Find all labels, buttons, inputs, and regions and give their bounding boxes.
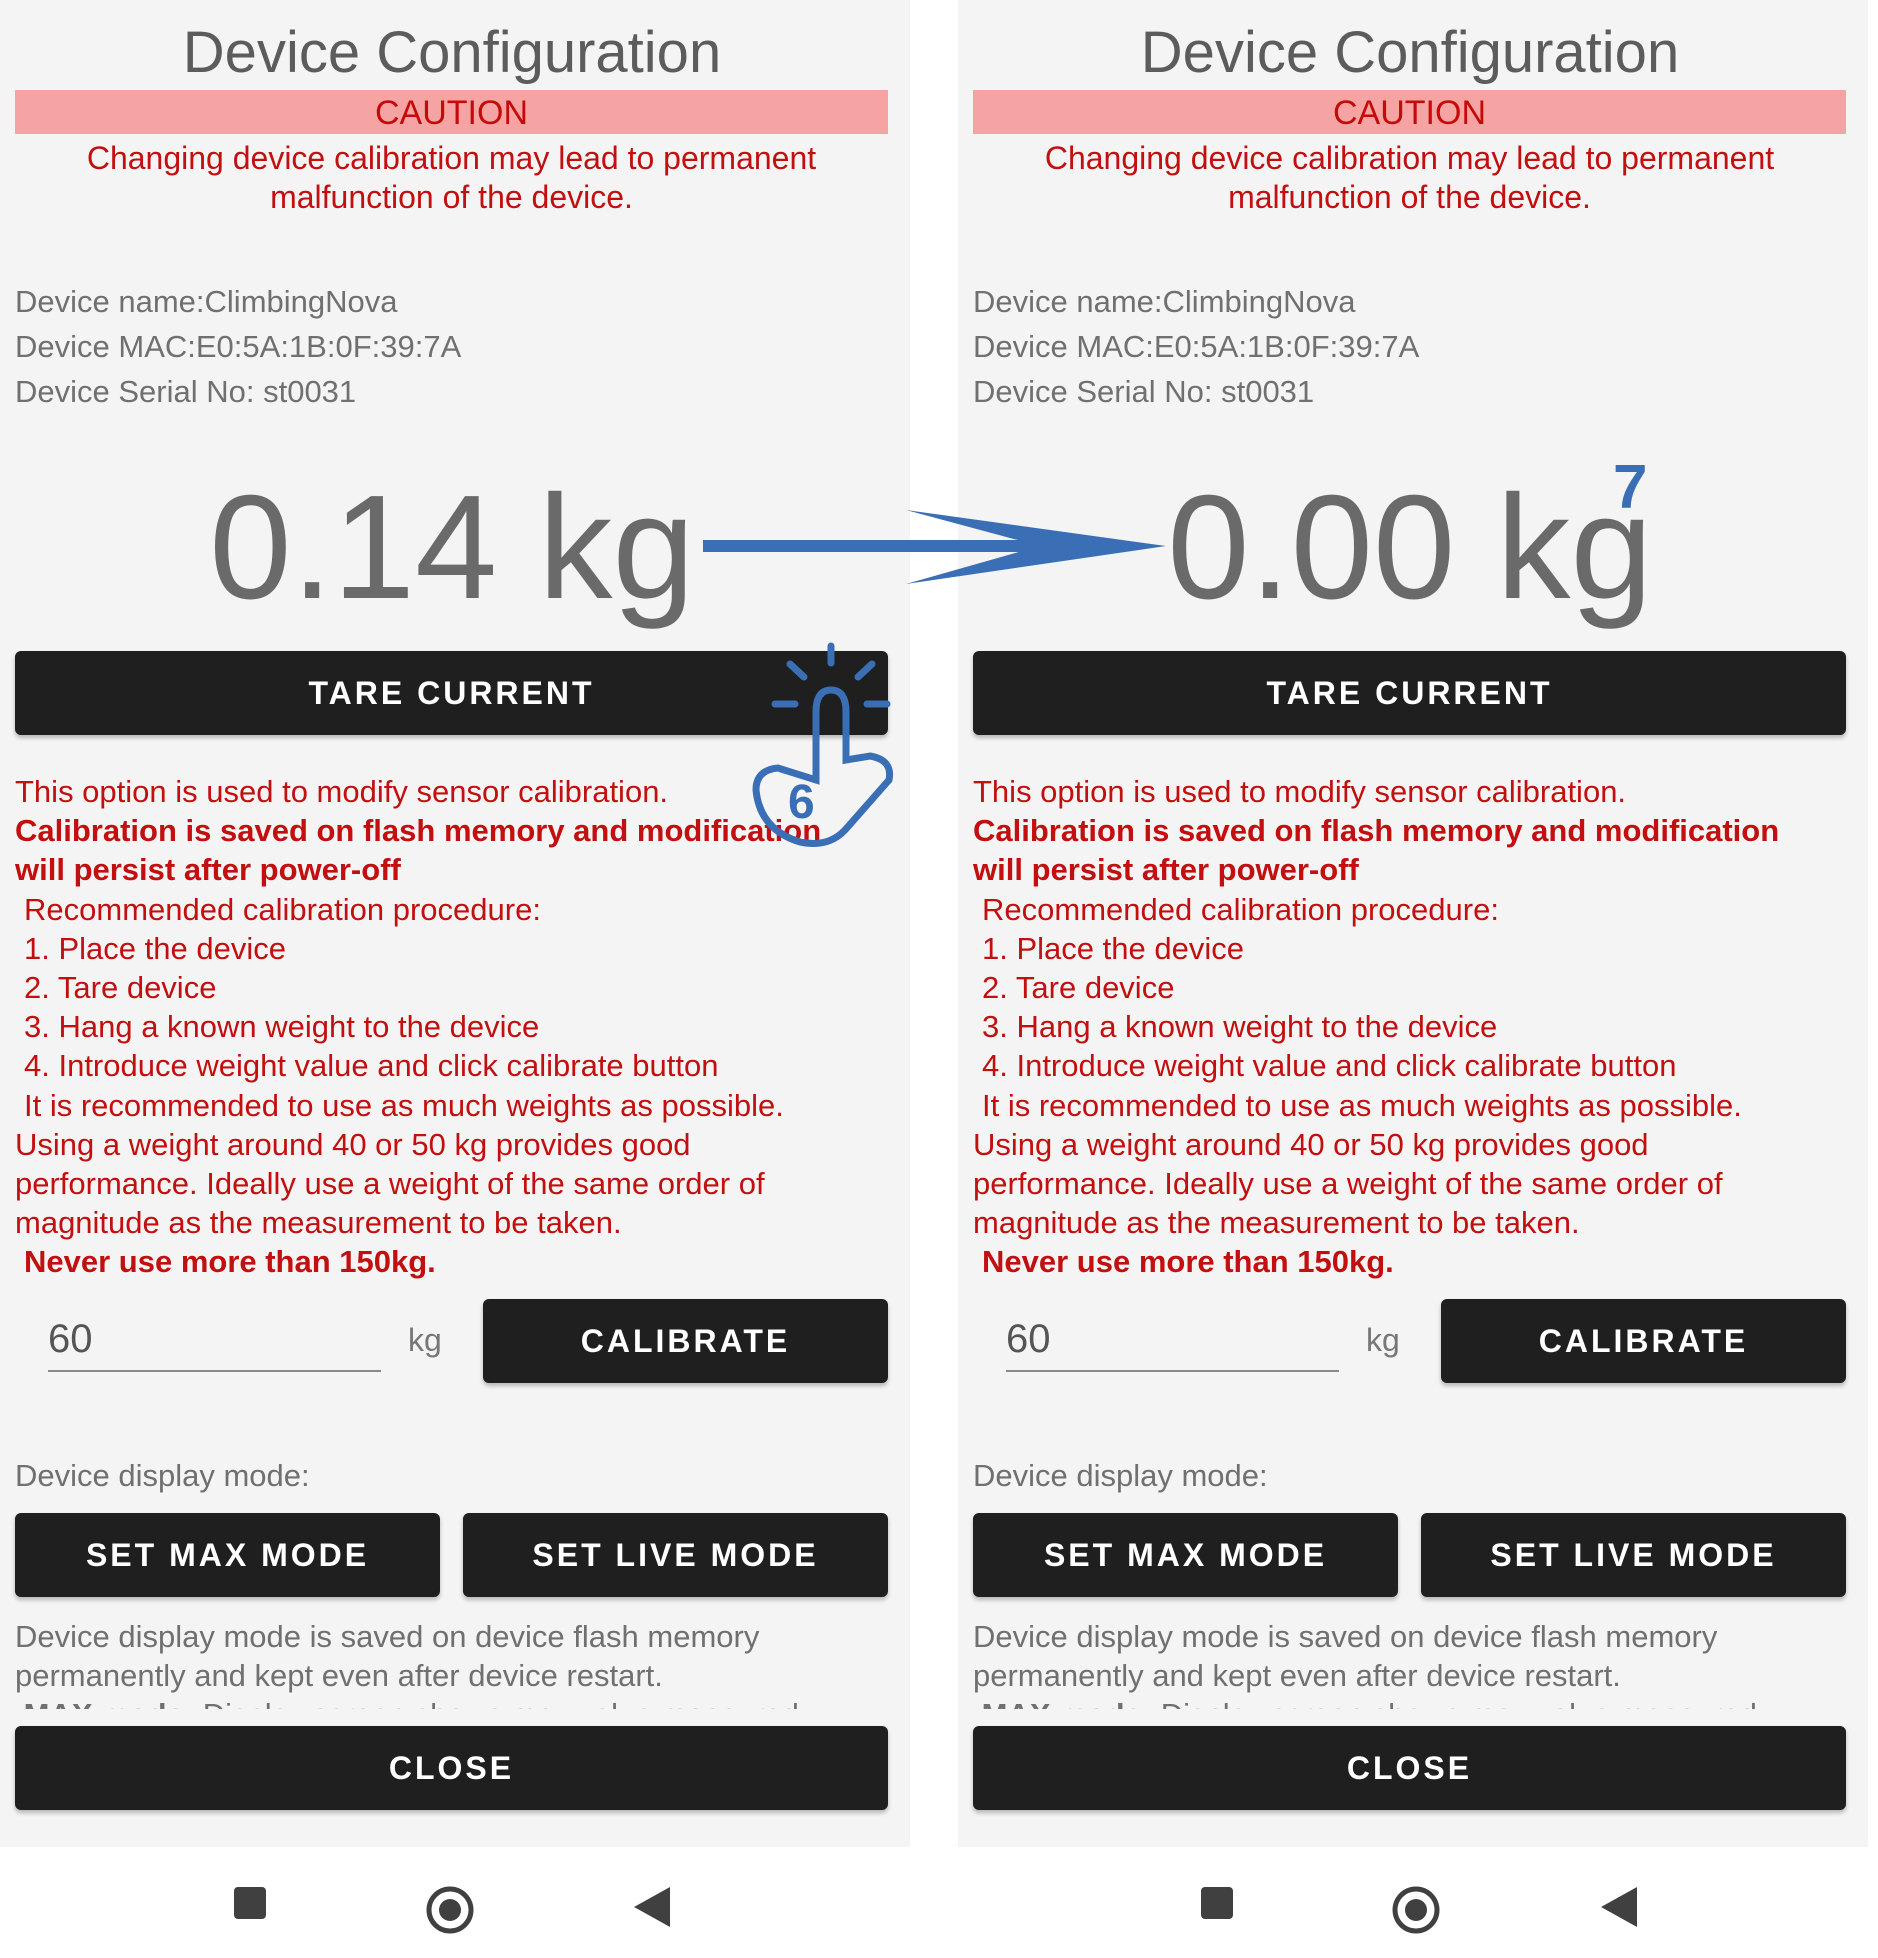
caution-message: Changing device calibration may lead to … [86, 140, 817, 215]
calibration-weight-input[interactable]: 60 [1006, 1310, 1339, 1372]
note-line-cut: MAX mode: Display screen shows max value… [973, 1695, 1853, 1709]
set-live-mode-button[interactable]: SET LIVE MODE [1421, 1513, 1846, 1597]
calibrate-button[interactable]: CALIBRATE [483, 1299, 888, 1383]
stop-square-icon[interactable] [1199, 1885, 1235, 1921]
note-cut-bold: MAX mode: [982, 1697, 1153, 1709]
close-button[interactable]: CLOSE [973, 1726, 1846, 1810]
desc-line: magnitude as the measurement to be taken… [15, 1205, 622, 1241]
note-cut-bold: MAX mode: [24, 1697, 195, 1709]
tare-current-button[interactable]: TARE CURRENT [973, 651, 1846, 735]
desc-line: Calibration is saved on flash memory and… [973, 813, 1780, 849]
desc-line: will persist after power-off [15, 852, 401, 888]
desc-line: 4. Introduce weight value and click cali… [982, 1048, 1677, 1084]
desc-line: This option is used to modify sensor cal… [973, 774, 1627, 809]
unit-label: kg [408, 1322, 442, 1358]
display-mode-label: Device display mode: [973, 1458, 1268, 1493]
note-cut-rest: Display screen shows max value measured [203, 1697, 799, 1709]
desc-line: Never use more than 150kg. [982, 1244, 1394, 1280]
desc-line: 1. Place the device [24, 930, 286, 966]
device-mac: Device MAC:E0:5A:1B:0F:39:7A [973, 329, 1420, 364]
screen-before: Device Configuration CAUTION Changing de… [0, 0, 910, 1847]
home-circle-icon[interactable] [1391, 1885, 1441, 1935]
device-info: Device name:ClimbingNova Device MAC:E0:5… [15, 279, 461, 414]
note-line: Device display mode is saved on device f… [15, 1619, 760, 1654]
page-title: Device Configuration [1140, 20, 1680, 85]
screen-after: Device Configuration CAUTION Changing de… [958, 0, 1868, 1847]
weight-reading: 0.14 kg [209, 465, 695, 630]
desc-line: This option is used to modify sensor cal… [15, 774, 669, 809]
note-line: permanently and kept even after device r… [973, 1658, 1621, 1693]
unit-label: kg [1366, 1322, 1400, 1358]
device-info: Device name:ClimbingNova Device MAC:E0:5… [973, 279, 1419, 414]
caution-message: Changing device calibration may lead to … [1044, 140, 1775, 215]
display-mode-note: Device display mode is saved on device f… [973, 1617, 1853, 1709]
calibration-weight-input[interactable]: 60 [48, 1310, 381, 1372]
desc-line: Calibration is saved on flash memory and… [15, 813, 822, 849]
device-name: Device name:ClimbingNova [15, 284, 398, 319]
weight-reading: 0.00 kg [1167, 465, 1653, 630]
desc-line: Recommended calibration procedure: [982, 891, 1499, 927]
desc-line: Using a weight around 40 or 50 kg provid… [973, 1126, 1649, 1162]
back-triangle-icon[interactable] [632, 1885, 672, 1929]
calibration-description: This option is used to modify sensor cal… [973, 772, 1853, 1282]
desc-line: 4. Introduce weight value and click cali… [24, 1048, 719, 1084]
note-line-cut: MAX mode: Display screen shows max value… [15, 1695, 895, 1709]
desc-line: It is recommended to use as much weights… [982, 1087, 1742, 1123]
calibrate-button[interactable]: CALIBRATE [1441, 1299, 1846, 1383]
desc-line: Using a weight around 40 or 50 kg provid… [15, 1126, 691, 1162]
home-circle-icon[interactable] [425, 1885, 475, 1935]
desc-line: It is recommended to use as much weights… [24, 1087, 784, 1123]
device-mac: Device MAC:E0:5A:1B:0F:39:7A [15, 329, 462, 364]
display-mode-label: Device display mode: [15, 1458, 310, 1493]
desc-line: 3. Hang a known weight to the device [982, 1009, 1498, 1045]
desc-line: 3. Hang a known weight to the device [24, 1009, 540, 1045]
display-mode-note: Device display mode is saved on device f… [15, 1617, 895, 1709]
desc-line: magnitude as the measurement to be taken… [973, 1205, 1580, 1241]
caution-banner: CAUTION [973, 90, 1846, 134]
desc-line: 1. Place the device [982, 930, 1244, 966]
tare-current-button[interactable]: TARE CURRENT [15, 651, 888, 735]
desc-line: Recommended calibration procedure: [24, 891, 541, 927]
desc-line: will persist after power-off [973, 852, 1359, 888]
note-line: permanently and kept even after device r… [15, 1658, 663, 1693]
desc-line: Never use more than 150kg. [24, 1244, 436, 1280]
note-cut-rest: Display screen shows max value measured [1161, 1697, 1757, 1709]
back-triangle-icon[interactable] [1599, 1885, 1639, 1929]
set-live-mode-button[interactable]: SET LIVE MODE [463, 1513, 888, 1597]
set-max-mode-button[interactable]: SET MAX MODE [973, 1513, 1398, 1597]
desc-line: performance. Ideally use a weight of the… [15, 1166, 765, 1202]
set-max-mode-button[interactable]: SET MAX MODE [15, 1513, 440, 1597]
desc-line: 2. Tare device [24, 970, 217, 1006]
note-line: Device display mode is saved on device f… [973, 1619, 1718, 1654]
stop-square-icon[interactable] [232, 1885, 268, 1921]
device-name: Device name:ClimbingNova [973, 284, 1356, 319]
page-title: Device Configuration [182, 20, 722, 85]
desc-line: performance. Ideally use a weight of the… [973, 1166, 1723, 1202]
caution-banner: CAUTION [15, 90, 888, 134]
calibration-description: This option is used to modify sensor cal… [15, 772, 895, 1282]
desc-line: 2. Tare device [982, 970, 1175, 1006]
device-serial: Device Serial No: st0031 [973, 374, 1315, 409]
close-button[interactable]: CLOSE [15, 1726, 888, 1810]
device-serial: Device Serial No: st0031 [15, 374, 357, 409]
